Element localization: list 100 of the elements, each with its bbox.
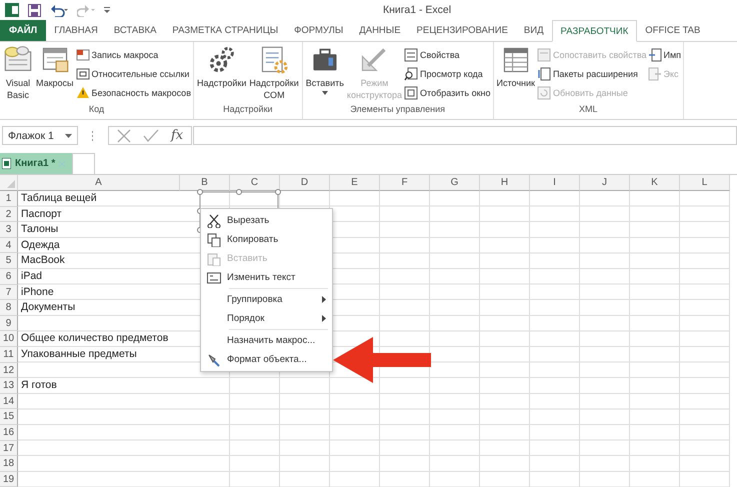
ribbon-tab[interactable]: РАЗРАБОТЧИК [552, 20, 638, 42]
table-cell-text: Паспорт [20, 206, 63, 222]
file-tab[interactable]: ФАЙЛ [0, 20, 46, 41]
row-header[interactable]: 8 [0, 300, 18, 316]
column-header[interactable]: A [18, 175, 180, 191]
column-header[interactable]: J [580, 175, 630, 191]
name-box[interactable]: Флажок 1 [2, 126, 78, 145]
row-header[interactable]: 6 [0, 268, 18, 285]
menu-item[interactable]: Формат объекта... [201, 350, 332, 369]
properties-icon [404, 48, 418, 62]
row-header[interactable]: 13 [0, 378, 18, 394]
menu-item[interactable]: Копировать [201, 230, 332, 249]
row-header[interactable]: 9 [0, 316, 18, 332]
formula-input[interactable] [193, 126, 737, 145]
column-header[interactable]: C [230, 175, 280, 191]
ribbon-button[interactable]: Просмотр кода [404, 65, 491, 83]
table-cell-text: Упакованные предметы [20, 346, 138, 362]
ribbon-button[interactable]: Вставить [304, 44, 345, 96]
row-header[interactable]: 7 [0, 284, 18, 300]
redo-icon[interactable] [77, 4, 95, 16]
ribbon-button[interactable]: Отобразить окно [404, 84, 491, 102]
save-icon[interactable] [28, 4, 41, 16]
menu-item[interactable]: Изменить текст [201, 268, 332, 287]
column-header[interactable]: L [680, 175, 730, 191]
workbook-tab[interactable]: Книга1 * [0, 153, 72, 174]
row-header[interactable]: 3 [0, 222, 18, 238]
dropdown-caret-icon[interactable] [65, 134, 72, 138]
menu-item[interactable]: Вырезать [201, 211, 332, 230]
checklist-gear-icon [259, 45, 290, 75]
clipboard-icon [207, 252, 221, 266]
ribbon-button[interactable]: Имп [648, 46, 682, 64]
ribbon-button[interactable]: Visual Basic [2, 44, 34, 102]
ribbon-tab[interactable]: РАЗМЕТКА СТРАНИЦЫ [164, 20, 286, 41]
table-cell-text: Одежда [20, 238, 61, 253]
table-cell-text: MacBook [20, 253, 66, 268]
row-header[interactable]: 14 [0, 394, 18, 410]
ribbon-tab[interactable]: OFFICE TAB [637, 20, 708, 41]
column-header[interactable]: F [380, 175, 430, 191]
ribbon-button[interactable]: Надстройки [196, 44, 248, 90]
ribbon-tab[interactable]: ГЛАВНАЯ [46, 20, 106, 41]
table-cell-text: Талоны [20, 222, 60, 238]
ribbon-tab[interactable]: ФОРМУЛЫ [286, 20, 352, 41]
group-label: XML [578, 104, 599, 116]
dialog-window-icon [404, 86, 418, 100]
ribbon-button[interactable]: Безопасность макросов [76, 84, 191, 102]
row-header[interactable]: 18 [0, 456, 18, 472]
row-header[interactable]: 10 [0, 331, 18, 347]
column-header[interactable]: K [630, 175, 680, 191]
cancel-icon[interactable] [117, 128, 131, 142]
group-label: Код [88, 104, 106, 116]
row-header[interactable]: 1 [0, 191, 18, 207]
ribbon-tab[interactable]: ВИД [516, 20, 552, 41]
brush-icon [207, 352, 221, 366]
ribbon-tab[interactable]: РЕЦЕНЗИРОВАНИЕ [408, 20, 516, 41]
new-tab-button[interactable] [72, 153, 96, 174]
ribbon-tab[interactable]: ДАННЫЕ [351, 20, 409, 41]
column-header[interactable]: B [180, 175, 230, 191]
spreadsheet-app-icon[interactable] [5, 3, 19, 17]
ribbon-button[interactable]: Макросы [35, 44, 75, 90]
check-icon[interactable] [143, 129, 159, 142]
ribbon-button[interactable]: Относительные ссылки [76, 65, 191, 83]
row-header[interactable]: 17 [0, 440, 18, 456]
table-cell-text: iPhone [20, 284, 55, 300]
undo-icon[interactable] [50, 4, 68, 16]
insert-function-button[interactable]: fx [171, 128, 184, 143]
record-macro-icon [76, 48, 90, 62]
ribbon-button[interactable]: Свойства [404, 46, 491, 64]
row-header[interactable]: 12 [0, 362, 18, 378]
select-all-icon[interactable] [7, 180, 15, 188]
ribbon-button[interactable]: Надстройки COM [248, 44, 300, 102]
menu-item[interactable]: Группировка [201, 290, 332, 309]
row-header[interactable]: 16 [0, 424, 18, 440]
column-header[interactable]: D [280, 175, 330, 191]
row-header[interactable]: 11 [0, 346, 18, 363]
column-header[interactable]: I [530, 175, 580, 191]
ribbon-button[interactable]: Источник [496, 44, 536, 90]
row-header[interactable]: 4 [0, 238, 18, 254]
table-cell-text: Я готов [20, 378, 58, 394]
customize-caret-icon[interactable] [104, 6, 110, 14]
group-label: Надстройки [222, 104, 274, 116]
ribbon-button[interactable]: Пакеты расширения [536, 65, 647, 83]
table-cell-text: Документы [20, 300, 76, 316]
column-header[interactable]: H [480, 175, 530, 191]
row-header[interactable]: 15 [0, 409, 18, 425]
expansion-pack-icon [536, 67, 551, 81]
column-header[interactable]: E [330, 175, 380, 191]
grid-icon [76, 67, 90, 81]
row-header[interactable]: 19 [0, 472, 18, 487]
copy-icon [207, 232, 221, 246]
ribbon-button[interactable]: Запись макроса [76, 46, 191, 64]
window-title: Книга1 - Excel [383, 4, 452, 16]
table-cell-text: Общее количество предметов [20, 331, 170, 346]
row-header[interactable]: 5 [0, 253, 18, 269]
scissors-icon [207, 214, 221, 228]
ribbon-tab[interactable]: ВСТАВКА [106, 20, 164, 41]
group-label: Элементы управления [349, 104, 446, 116]
row-header[interactable]: 2 [0, 206, 18, 222]
menu-item[interactable]: Назначить макрос... [201, 331, 332, 350]
menu-item[interactable]: Порядок [201, 309, 332, 328]
column-header[interactable]: G [430, 175, 480, 191]
